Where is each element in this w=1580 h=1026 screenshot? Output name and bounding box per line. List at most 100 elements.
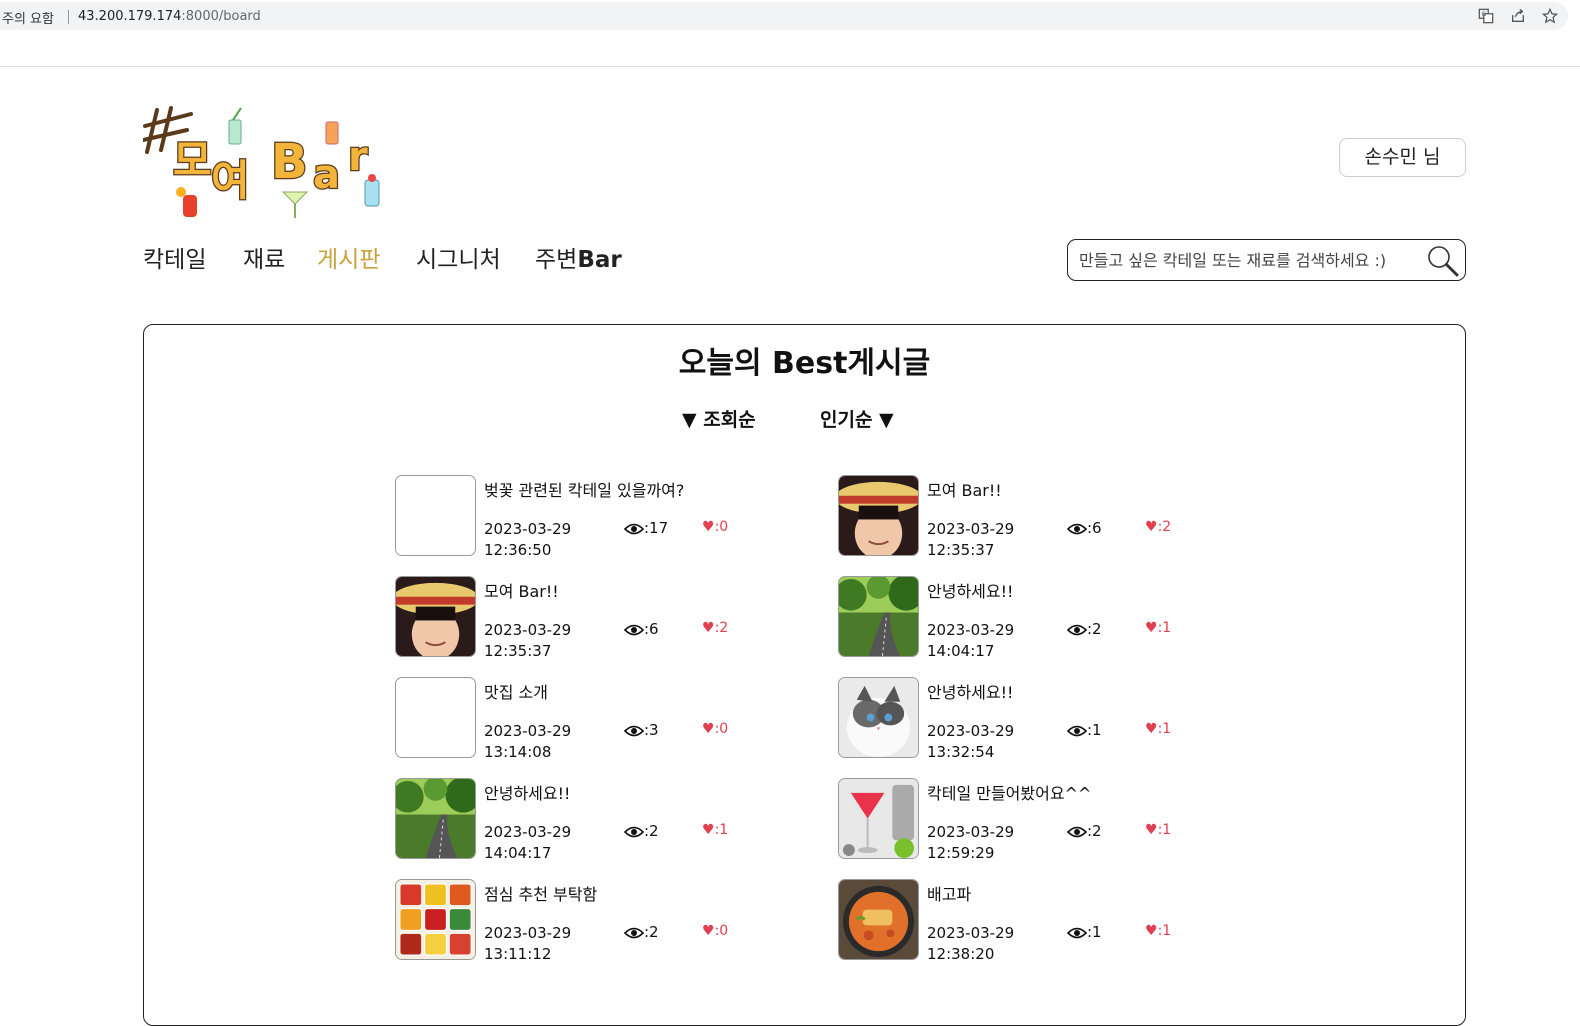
post-views-count: :1 — [1087, 923, 1102, 941]
post-datetime: 2023-03-29 14:04:17 — [484, 822, 571, 864]
heart-icon: ♥ — [702, 620, 715, 636]
nav-ingredients[interactable]: 재료 — [243, 240, 285, 274]
user-profile-button[interactable]: 손수민 님 — [1339, 138, 1466, 177]
post-likes-count: :2 — [714, 620, 729, 636]
post-time: 13:11:12 — [484, 945, 552, 963]
post-title[interactable]: 안녕하세요!! — [927, 578, 1013, 602]
post-thumbnail — [838, 778, 919, 859]
post-likes: ♥:2 — [702, 620, 728, 636]
post-time: 14:04:17 — [484, 844, 552, 862]
best-posts-panel — [143, 324, 1466, 1026]
address-bar[interactable]: 주의 요함 43.200.179.174:8000/board G — [0, 2, 1568, 30]
post-time: 12:38:20 — [927, 945, 995, 963]
hat-character-image — [839, 476, 918, 555]
post-thumbnail — [395, 576, 476, 657]
search-box — [1067, 239, 1466, 281]
heart-icon: ♥ — [702, 519, 715, 535]
post-title[interactable]: 벚꽃 관련된 칵테일 있을까여? — [484, 477, 684, 501]
post-thumbnail — [838, 576, 919, 657]
post-views-count: :1 — [1087, 721, 1102, 739]
post-likes-count: :1 — [1157, 620, 1172, 636]
nav-nearby-bar[interactable]: 주변Bar — [535, 240, 622, 274]
post-date: 2023-03-29 — [484, 823, 572, 841]
search-icon[interactable] — [1426, 244, 1460, 278]
post-item[interactable]: 모여 Bar!! 2023-03-29 12:35:37 :6 ♥:2 — [838, 475, 1238, 559]
nav-nearby-bar-prefix: 주변 — [535, 247, 578, 273]
post-likes: ♥:1 — [1145, 620, 1171, 636]
post-title[interactable]: 모여 Bar!! — [927, 477, 1002, 501]
post-item[interactable]: 배고파 2023-03-29 12:38:20 :1 ♥:1 — [838, 879, 1238, 963]
forest-road-image — [839, 577, 918, 656]
post-title[interactable]: 안녕하세요!! — [484, 780, 570, 804]
post-likes-count: :1 — [1157, 721, 1172, 737]
post-datetime: 2023-03-29 12:35:37 — [484, 620, 571, 662]
page-title: 오늘의 Best게시글 — [678, 346, 931, 381]
post-datetime: 2023-03-29 12:35:37 — [927, 519, 1014, 561]
stew-image — [839, 880, 918, 959]
post-likes: ♥:0 — [702, 923, 728, 939]
site-logo[interactable]: 모 여 B a r — [141, 100, 393, 225]
post-title[interactable]: 맛집 소개 — [484, 679, 548, 703]
nav-cocktail[interactable]: 칵테일 — [143, 240, 206, 274]
post-title[interactable]: 점심 추천 부탁함 — [484, 881, 597, 905]
post-thumbnail — [395, 475, 476, 556]
eye-icon — [624, 927, 644, 939]
post-title[interactable]: 칵테일 만들어봤어요^^ — [927, 780, 1091, 804]
star-icon[interactable] — [1541, 7, 1559, 26]
post-datetime: 2023-03-29 12:59:29 — [927, 822, 1014, 864]
svg-text:r: r — [348, 134, 368, 180]
post-date: 2023-03-29 — [927, 520, 1015, 538]
hat-character-image — [396, 577, 475, 656]
post-item[interactable]: 점심 추천 부탁함 2023-03-29 13:11:12 :2 ♥:0 — [395, 879, 795, 963]
post-likes-count: :1 — [1157, 923, 1172, 939]
post-title[interactable]: 배고파 — [927, 881, 971, 905]
post-likes: ♥:1 — [702, 822, 728, 838]
heart-icon: ♥ — [1145, 519, 1158, 535]
post-datetime: 2023-03-29 13:11:12 — [484, 923, 571, 965]
post-likes-count: :0 — [714, 519, 729, 535]
post-views-count: :6 — [1087, 519, 1102, 537]
heart-icon: ♥ — [1145, 721, 1158, 737]
eye-icon — [1067, 826, 1087, 838]
post-likes: ♥:0 — [702, 519, 728, 535]
post-item[interactable]: 칵테일 만들어봤어요^^ 2023-03-29 12:59:29 :2 ♥:1 — [838, 778, 1238, 862]
search-input[interactable] — [1077, 247, 1426, 273]
post-item[interactable]: 모여 Bar!! 2023-03-29 12:35:37 :6 ♥:2 — [395, 576, 795, 660]
post-date: 2023-03-29 — [927, 823, 1015, 841]
nav-board[interactable]: 게시판 — [317, 240, 380, 274]
heart-icon: ♥ — [1145, 620, 1158, 636]
post-thumbnail — [838, 677, 919, 758]
eye-icon — [1067, 725, 1087, 737]
post-date: 2023-03-29 — [927, 621, 1015, 639]
post-item[interactable]: 맛집 소개 2023-03-29 13:14:08 :3 ♥:0 — [395, 677, 795, 761]
post-item[interactable]: 안녕하세요!! 2023-03-29 14:04:17 :2 ♥:1 — [395, 778, 795, 862]
post-date: 2023-03-29 — [484, 722, 572, 740]
share-icon[interactable] — [1509, 8, 1527, 26]
post-views-count: :2 — [644, 923, 659, 941]
sort-by-views[interactable]: ▼ 조회순 — [682, 405, 756, 432]
security-warning[interactable]: 주의 요함 — [2, 8, 54, 27]
url-text[interactable]: 43.200.179.174:8000/board — [78, 9, 261, 24]
post-item[interactable]: 벚꽃 관련된 칵테일 있을까여? 2023-03-29 12:36:50 :17 … — [395, 475, 795, 559]
post-title[interactable]: 모여 Bar!! — [484, 578, 559, 602]
browser-chrome: 주의 요함 43.200.179.174:8000/board G — [0, 0, 1580, 67]
post-likes-count: :2 — [1157, 519, 1172, 535]
heart-icon: ♥ — [702, 822, 715, 838]
post-datetime: 2023-03-29 12:36:50 — [484, 519, 571, 561]
translate-icon[interactable]: G — [1477, 8, 1495, 26]
post-thumbnail — [395, 677, 476, 758]
post-likes: ♥:1 — [1145, 923, 1171, 939]
post-views-count: :2 — [1087, 822, 1102, 840]
svg-text:a: a — [313, 152, 340, 198]
svg-text:여: 여 — [211, 156, 250, 205]
sort-by-likes[interactable]: 인기순 ▼ — [820, 405, 894, 432]
post-views-count: :3 — [644, 721, 659, 739]
heart-icon: ♥ — [1145, 923, 1158, 939]
post-thumbnail — [838, 879, 919, 960]
forest-road-image — [396, 779, 475, 858]
post-item[interactable]: 안녕하세요!! 2023-03-29 13:32:54 :1 ♥:1 — [838, 677, 1238, 761]
post-item[interactable]: 안녕하세요!! 2023-03-29 14:04:17 :2 ♥:1 — [838, 576, 1238, 660]
post-title[interactable]: 안녕하세요!! — [927, 679, 1013, 703]
post-thumbnail — [395, 879, 476, 960]
nav-signature[interactable]: 시그니처 — [416, 240, 501, 274]
